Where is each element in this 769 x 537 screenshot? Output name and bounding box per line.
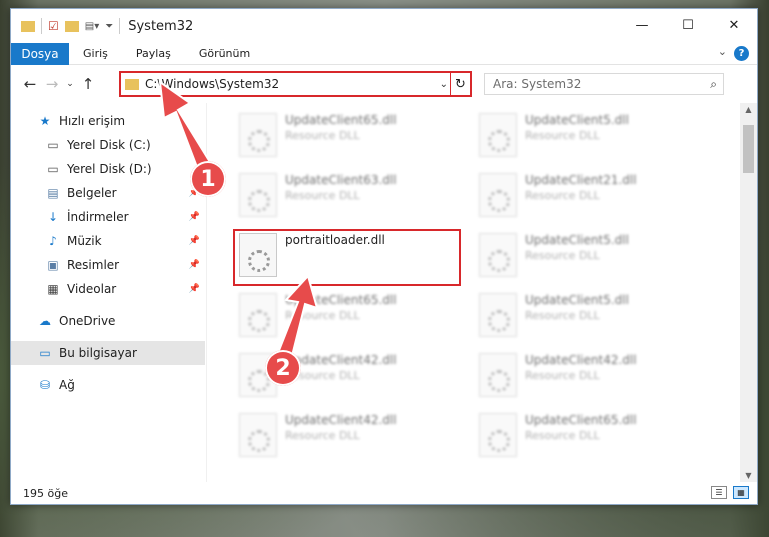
- step-1-badge: 1: [190, 161, 226, 197]
- step-2-badge: 2: [265, 350, 301, 386]
- annotation-arrows: [158, 79, 319, 366]
